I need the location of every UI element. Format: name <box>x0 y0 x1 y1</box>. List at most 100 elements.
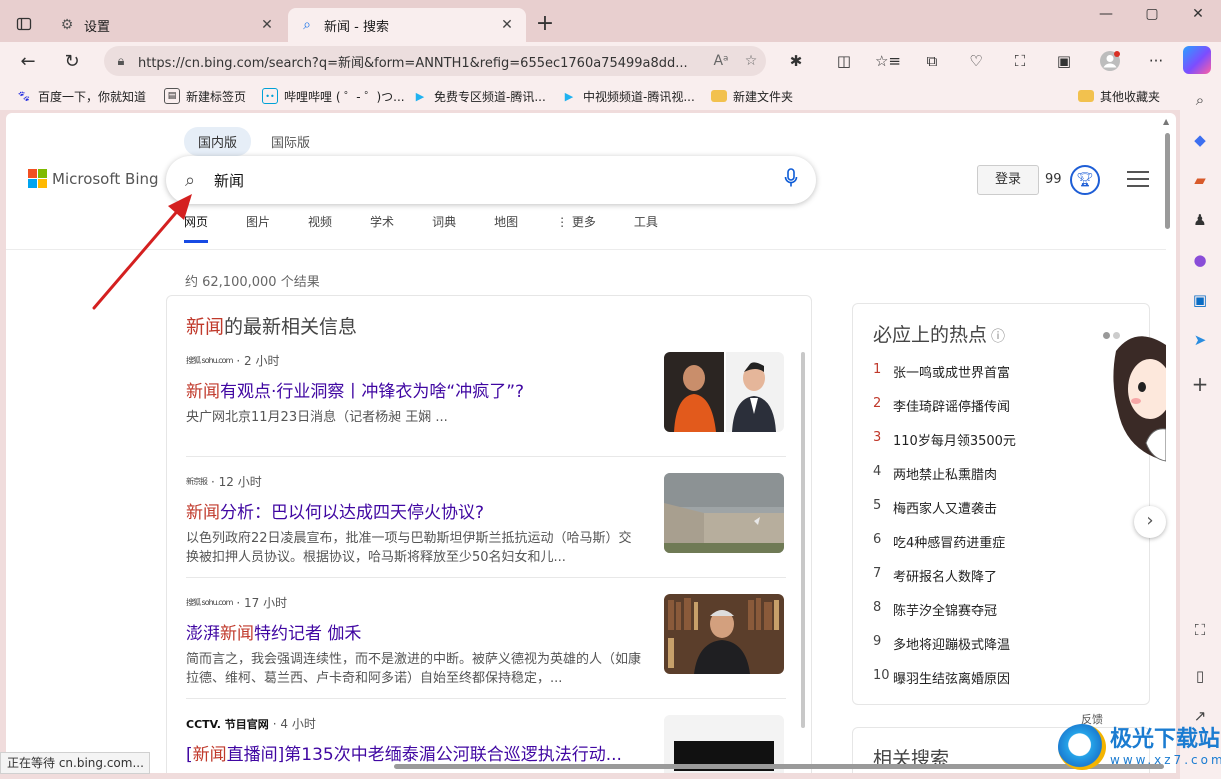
news-title[interactable]: 新闻分析：巴以何以达成四天停火协议? <box>186 498 656 523</box>
back-icon[interactable]: ← <box>14 47 42 75</box>
tab-title: 新闻 - 搜索 <box>324 19 389 35</box>
copilot-icon[interactable] <box>1183 46 1211 74</box>
add-sidebar-app-icon[interactable]: + <box>1186 370 1214 398</box>
games-chess-icon[interactable]: ♟ <box>1186 206 1214 234</box>
trending-item[interactable]: 10 曝羽生结弦离婚原因 <box>873 668 1010 687</box>
trending-item[interactable]: 3 110岁每月领3500元 <box>873 430 1016 449</box>
shopping-tag-icon[interactable]: ◆ <box>1186 126 1214 154</box>
extensions-icon[interactable]: ✱ <box>782 47 810 75</box>
mascot-illustration <box>1113 336 1166 462</box>
news-title[interactable]: 新闻有观点·行业洞察丨冲锋衣为啥“冲疯了”? <box>186 377 656 402</box>
close-window-icon[interactable]: ✕ <box>1178 6 1218 28</box>
workspaces-icon[interactable]: ▣ <box>1050 47 1078 75</box>
profile-avatar[interactable] <box>1096 47 1124 75</box>
hide-sidebar-icon[interactable]: ▯ <box>1186 662 1214 690</box>
carousel-next-button[interactable]: › <box>1134 506 1166 538</box>
other-favorites[interactable]: 其他收藏夹 <box>1078 86 1160 106</box>
split-screen-icon[interactable]: ◫ <box>830 47 858 75</box>
maximize-icon[interactable]: ▢ <box>1132 6 1172 28</box>
browser-essentials-icon[interactable]: ♡ <box>962 47 990 75</box>
search-icon[interactable]: ⌕ <box>166 170 214 191</box>
news-title[interactable]: [新闻直播间]第135次中老缅泰湄公河联合巡逻执法行动... <box>186 740 656 765</box>
scope-international[interactable]: 国际版 <box>257 127 324 156</box>
tab-settings[interactable]: ⚙ 设置 ✕ <box>48 8 286 42</box>
screenshot-icon[interactable]: ⛶ <box>1006 47 1034 75</box>
tab-videos[interactable]: 视频 <box>308 213 332 243</box>
trending-item[interactable]: 8 陈芋汐全锦赛夺冠 <box>873 600 997 619</box>
trending-item[interactable]: 2 李佳琦辟谣停播传闻 <box>873 396 1010 415</box>
collections-icon[interactable]: ⧉ <box>918 47 946 75</box>
trending-rank: 5 <box>873 498 882 513</box>
read-aloud-icon[interactable]: A͏ᵃ <box>706 53 736 69</box>
news-snippet: 央广网北京11月23日消息（记者杨昶 王娴 ... <box>186 410 448 425</box>
login-button[interactable]: 登录 <box>977 165 1039 195</box>
favorite-baidu[interactable]: 🐾︎ 百度一下，你就知道 <box>16 86 146 106</box>
microphone-icon[interactable] <box>766 167 816 193</box>
news-scrollbar[interactable] <box>801 352 805 728</box>
folder-icon <box>1078 90 1094 102</box>
outlook-icon[interactable]: ▣ <box>1186 286 1214 314</box>
trending-rank: 1 <box>873 362 882 377</box>
news-thumbnail[interactable] <box>664 473 784 553</box>
title-prefix: 澎湃 <box>186 624 220 644</box>
tab-search[interactable]: ⌕ 新闻 - 搜索 ✕ <box>288 8 526 42</box>
more-menu-icon[interactable]: ··· <box>1142 47 1170 75</box>
scroll-up-icon[interactable]: ▲ <box>1163 117 1169 126</box>
refresh-icon[interactable]: ↻ <box>58 47 86 75</box>
horizontal-scrollbar[interactable] <box>394 764 1164 769</box>
favorite-star-icon[interactable]: ☆ <box>736 53 766 69</box>
news-item[interactable]: 搜狐 sohu.com · 17 小时 澎湃新闻特约记者 伽禾 简而言之，我会强调… <box>186 594 786 688</box>
close-icon[interactable]: ✕ <box>498 17 516 33</box>
telegram-send-icon[interactable]: ➤ <box>1186 326 1214 354</box>
result-count: 约 62,100,000 个结果 <box>185 275 320 290</box>
favorite-tencent-mid[interactable]: ▶ 中视频频道-腾讯视... <box>561 86 695 106</box>
new-tab-button[interactable]: + <box>532 12 558 38</box>
trending-item[interactable]: 6 吃4种感冒药进重症 <box>873 532 1005 551</box>
scope-domestic[interactable]: 国内版 <box>184 127 252 156</box>
microsoft365-icon[interactable]: ● <box>1186 246 1214 274</box>
tab-actions-icon[interactable] <box>10 10 38 38</box>
news-title[interactable]: 澎湃新闻特约记者 伽禾 <box>186 619 656 644</box>
tab-academic[interactable]: 学术 <box>370 213 394 243</box>
news-thumbnail[interactable] <box>664 594 784 674</box>
favorites-icon[interactable]: ☆≡ <box>874 47 902 75</box>
page-scrollbar[interactable] <box>1165 133 1170 229</box>
news-heading[interactable]: 新闻的最新相关信息 <box>186 312 357 339</box>
favorite-folder[interactable]: 新建文件夹 <box>711 86 793 106</box>
trending-item[interactable]: 9 多地将迎蹦极式降温 <box>873 634 1010 653</box>
tab-web[interactable]: 网页 <box>184 213 209 243</box>
trending-rank: 7 <box>873 566 882 581</box>
screenshot-icon[interactable]: ⛶ <box>1186 616 1214 644</box>
tab-more[interactable]: ⋮ 更多 <box>556 213 596 243</box>
search-input[interactable] <box>214 171 766 189</box>
news-item[interactable]: 搜狐 sohu.com · 2 小时 新闻有观点·行业洞察丨冲锋衣为啥“冲疯了”?… <box>186 352 786 432</box>
favorite-bilibili[interactable]: •• 哔哩哔哩 ( ゜- ゜)つ... <box>262 86 405 106</box>
url-text[interactable]: https://cn.bing.com/search?q=新闻&form=ANN… <box>138 52 706 71</box>
tab-tools[interactable]: 工具 <box>634 213 658 243</box>
info-icon[interactable]: ⓘ <box>991 329 1005 345</box>
rewards-points[interactable]: 99 <box>1045 172 1062 187</box>
close-icon[interactable]: ✕ <box>258 17 276 33</box>
tools-toolbox-icon[interactable]: ▰ <box>1186 166 1214 194</box>
search-icon[interactable]: ⌕ <box>1186 86 1214 114</box>
title-prefix: [ <box>186 745 193 765</box>
tab-maps[interactable]: 地图 <box>494 213 518 243</box>
trending-item[interactable]: 7 考研报名人数降了 <box>873 566 997 585</box>
news-thumbnail[interactable] <box>664 352 784 432</box>
news-item[interactable]: CCTV. 节目官网 · 4 小时 [新闻直播间]第135次中老缅泰湄公河联合巡逻… <box>186 715 786 773</box>
news-item[interactable]: 新京报 · 12 小时 新闻分析：巴以何以达成四天停火协议? 以色列政府22日凌晨… <box>186 473 786 567</box>
trending-item[interactable]: 5 梅西家人又遭袭击 <box>873 498 997 517</box>
minimize-icon[interactable]: — <box>1086 6 1126 28</box>
rewards-trophy-icon[interactable]: 🏆︎ <box>1070 165 1100 195</box>
bing-logo[interactable]: Microsoft Bing <box>28 169 159 188</box>
favorite-tencent-free[interactable]: ▶ 免费专区频道-腾讯... <box>412 86 546 106</box>
trending-rank: 4 <box>873 464 882 479</box>
favorite-newtab[interactable]: ▤ 新建标签页 <box>164 86 246 106</box>
tab-dictionary[interactable]: 词典 <box>432 213 456 243</box>
trending-item[interactable]: 4 两地禁止私熏腊肉 <box>873 464 997 483</box>
trending-item[interactable]: 1 张一鸣或成世界首富 <box>873 362 1010 381</box>
tab-images[interactable]: 图片 <box>246 213 270 243</box>
lock-icon[interactable]: 🔒︎ <box>104 54 138 69</box>
address-bar[interactable]: 🔒︎ https://cn.bing.com/search?q=新闻&form=… <box>104 46 766 76</box>
hamburger-menu-icon[interactable] <box>1127 171 1149 189</box>
